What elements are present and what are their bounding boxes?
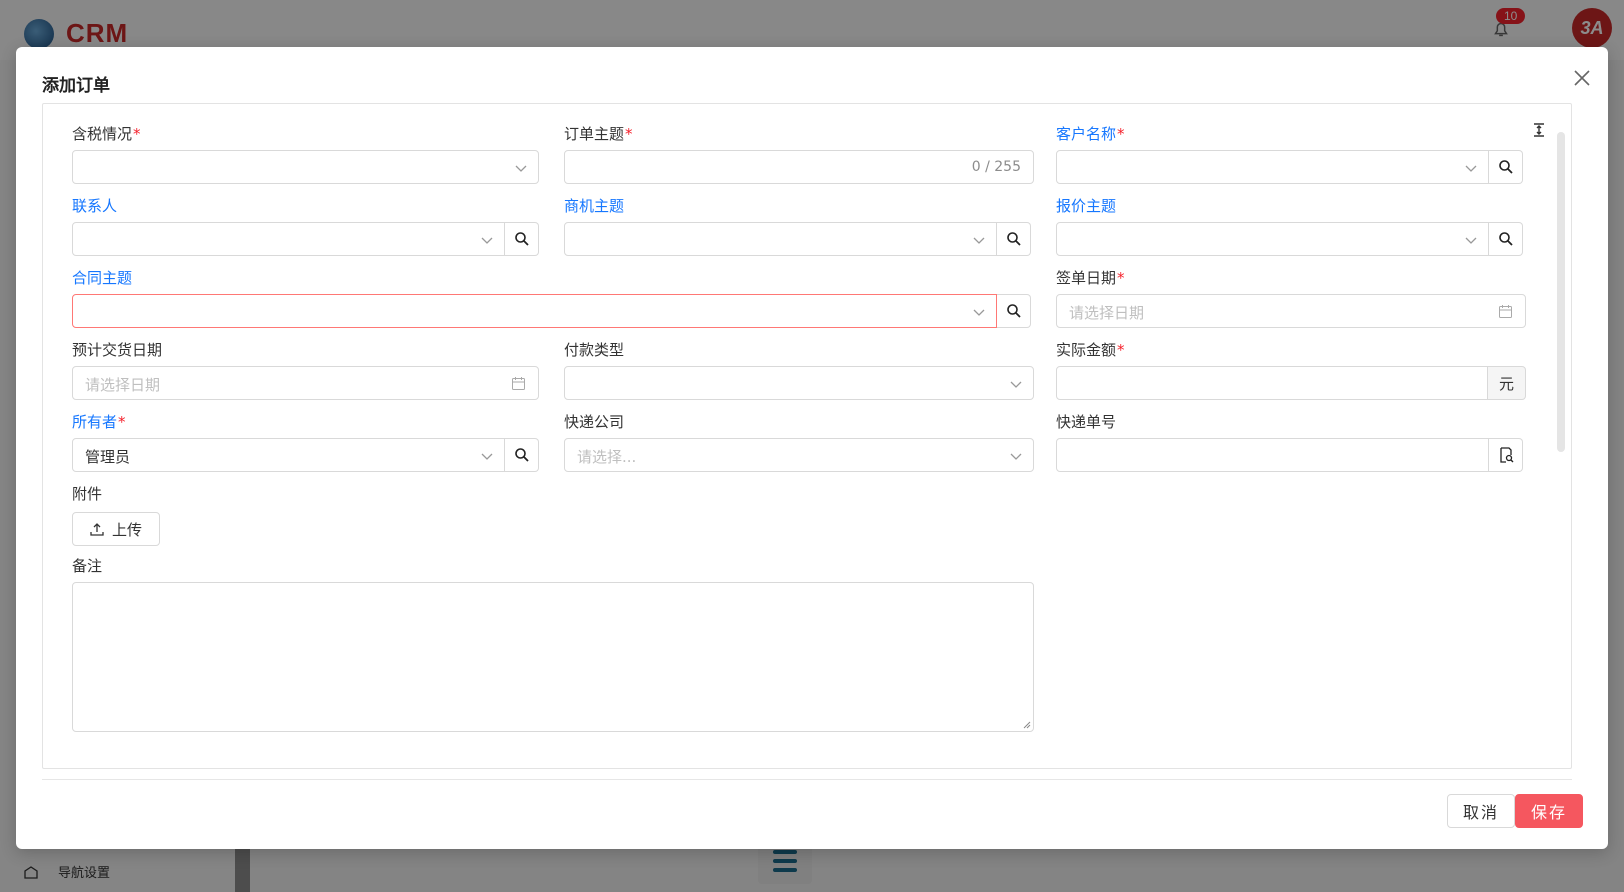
sign-date-picker[interactable]: 请选择日期 [1056, 294, 1526, 328]
order-subject-label: 订单主题* [564, 125, 633, 143]
tracking-number-label: 快递单号 [1056, 413, 1117, 431]
payment-type-label: 付款类型 [564, 341, 625, 359]
tax-label: 含税情况* [72, 125, 141, 143]
quote-label[interactable]: 报价主题 [1056, 195, 1116, 216]
owner-select[interactable]: 管理员 [72, 438, 505, 472]
actual-amount-label: 实际金额* [1056, 341, 1125, 359]
resize-grip-icon[interactable] [1023, 721, 1031, 729]
upload-icon [90, 523, 104, 536]
customer-search-button[interactable] [1489, 150, 1523, 184]
courier-company-select[interactable]: 请选择... [564, 438, 1034, 472]
search-icon [1498, 160, 1513, 174]
remarks-textarea[interactable] [72, 582, 1034, 732]
tracking-lookup-button[interactable] [1489, 438, 1523, 472]
calendar-icon [1499, 305, 1512, 318]
customer-name-select[interactable] [1056, 150, 1489, 184]
quote-search-button[interactable] [1489, 222, 1523, 256]
opportunity-select[interactable] [564, 222, 997, 256]
owner-value: 管理员 [85, 448, 131, 466]
scrollbar[interactable] [1557, 132, 1565, 452]
tracking-number-input[interactable] [1056, 438, 1489, 472]
chevron-down-icon [481, 453, 493, 460]
contact-select[interactable] [72, 222, 505, 256]
currency-unit: 元 [1488, 366, 1526, 400]
courier-company-label: 快递公司 [564, 413, 625, 431]
chevron-down-icon [973, 309, 985, 316]
quote-select[interactable] [1056, 222, 1489, 256]
search-icon [1006, 304, 1021, 318]
attachment-label: 附件 [72, 485, 103, 503]
opportunity-label[interactable]: 商机主题 [564, 195, 624, 216]
chevron-down-icon [1010, 453, 1022, 460]
search-icon [1498, 232, 1513, 246]
chevron-down-icon [1465, 165, 1477, 172]
search-icon [1006, 232, 1021, 246]
close-icon[interactable] [1571, 67, 1593, 89]
search-icon [514, 232, 529, 246]
contract-label[interactable]: 合同主题 [72, 267, 132, 288]
chevron-down-icon [515, 165, 527, 172]
order-subject-input[interactable]: 0 / 255 [564, 150, 1034, 184]
add-order-modal: 添加订单 含税情况* 订单主题* 0 / 255 客户名称* 联系人 商机主题 … [16, 47, 1608, 849]
chevron-down-icon [1465, 237, 1477, 244]
delivery-date-placeholder: 请选择日期 [85, 376, 161, 394]
sign-date-placeholder: 请选择日期 [1069, 304, 1145, 322]
remarks-label: 备注 [72, 557, 103, 575]
document-search-icon [1499, 447, 1513, 463]
payment-type-select[interactable] [564, 366, 1034, 400]
courier-company-placeholder: 请选择... [577, 448, 637, 466]
search-icon [514, 448, 529, 462]
char-counter: 0 / 255 [971, 159, 1021, 175]
tax-select[interactable] [72, 150, 539, 184]
opportunity-search-button[interactable] [997, 222, 1031, 256]
customer-name-label[interactable]: 客户名称* [1056, 123, 1125, 144]
contact-search-button[interactable] [505, 222, 539, 256]
contract-search-button[interactable] [997, 294, 1031, 328]
owner-label[interactable]: 所有者* [72, 411, 126, 432]
contact-label[interactable]: 联系人 [72, 195, 117, 216]
modal-title: 添加订单 [42, 76, 110, 96]
upload-button[interactable]: 上传 [72, 512, 160, 546]
owner-search-button[interactable] [505, 438, 539, 472]
chevron-down-icon [481, 237, 493, 244]
calendar-icon [512, 377, 525, 390]
cancel-button[interactable]: 取消 [1447, 794, 1515, 828]
chevron-down-icon [973, 237, 985, 244]
save-button[interactable]: 保存 [1515, 794, 1583, 828]
chevron-down-icon [1010, 381, 1022, 388]
actual-amount-input[interactable] [1056, 366, 1488, 400]
delivery-date-label: 预计交货日期 [72, 341, 163, 359]
sign-date-label: 签单日期* [1056, 269, 1125, 287]
delivery-date-picker[interactable]: 请选择日期 [72, 366, 539, 400]
contract-select[interactable] [72, 294, 997, 328]
collapse-icon[interactable] [1531, 122, 1547, 138]
footer-divider [42, 779, 1572, 780]
upload-label: 上传 [111, 520, 142, 539]
